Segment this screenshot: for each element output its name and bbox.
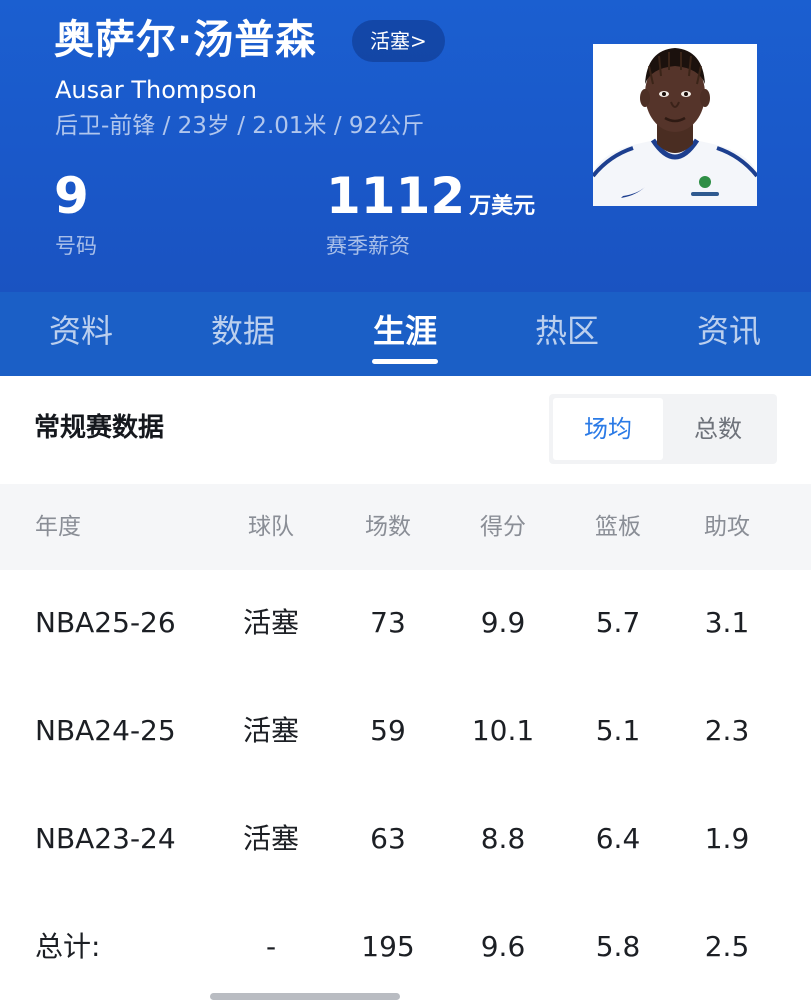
toggle-per-game[interactable]: 场均	[553, 398, 663, 460]
team-link-button[interactable]: 活塞>	[352, 20, 445, 62]
jersey-number-label: 号码	[55, 234, 97, 258]
column-header-games: 场数	[365, 514, 411, 540]
player-photo-icon	[593, 44, 757, 206]
stat-mode-toggle: 场均 总数	[549, 394, 777, 464]
cell-team: 活塞	[242, 714, 299, 747]
column-header-team: 球队	[248, 514, 294, 540]
column-header-season: 年度	[35, 514, 81, 540]
cell-season: NBA24-25	[35, 714, 176, 747]
player-bio: 后卫-前锋 / 23岁 / 2.01米 / 92公斤	[55, 113, 425, 139]
jersey-number: 9	[54, 168, 89, 224]
cell-points: 9.9	[480, 606, 526, 639]
jersey-number-value: 9	[54, 167, 89, 225]
cell-total-label: 总计:	[35, 930, 101, 963]
column-header-points: 得分	[480, 514, 526, 540]
cell-season: NBA23-24	[35, 822, 176, 855]
salary-value: 1112	[326, 167, 466, 225]
cell-rebounds: 6.4	[595, 822, 641, 855]
cell-rebounds: 5.8	[595, 930, 641, 963]
cell-rebounds: 5.1	[595, 714, 641, 747]
column-header-rebounds: 篮板	[595, 514, 641, 540]
cell-games: 59	[370, 714, 406, 747]
column-header-assists: 助攻	[704, 514, 750, 540]
cell-season: NBA25-26	[35, 606, 176, 639]
salary-unit: 万美元	[469, 194, 536, 219]
cell-rebounds: 5.7	[595, 606, 641, 639]
player-name-cn: 奥萨尔·汤普森	[54, 17, 317, 63]
horizontal-scrollbar[interactable]	[210, 993, 400, 1000]
tab-news[interactable]: 资讯	[648, 292, 810, 376]
cell-assists: 1.9	[704, 822, 750, 855]
cell-points: 8.8	[480, 822, 526, 855]
salary-label: 赛季薪资	[326, 234, 410, 258]
tab-hot-zones[interactable]: 热区	[486, 292, 648, 376]
player-name-en: Ausar Thompson	[55, 76, 257, 104]
cell-games: 63	[370, 822, 406, 855]
player-avatar	[593, 44, 757, 206]
tab-stats[interactable]: 数据	[162, 292, 324, 376]
cell-assists: 3.1	[704, 606, 750, 639]
cell-team: -	[265, 930, 277, 963]
player-header: 奥萨尔·汤普森 活塞> Ausar Thompson 后卫-前锋 / 23岁 /…	[0, 0, 811, 292]
active-tab-indicator	[372, 359, 438, 364]
cell-points: 9.6	[480, 930, 526, 963]
cell-games: 195	[361, 930, 415, 963]
cell-assists: 2.5	[704, 930, 750, 963]
cell-points: 10.1	[471, 714, 535, 747]
table-header-row: 年度 球队 场数 得分 篮板 助攻	[0, 484, 811, 570]
cell-team: 活塞	[242, 606, 299, 639]
cell-team: 活塞	[242, 822, 299, 855]
toggle-totals[interactable]: 总数	[663, 398, 773, 460]
cell-games: 73	[370, 606, 406, 639]
cell-assists: 2.3	[704, 714, 750, 747]
section-title: 常规赛数据	[34, 413, 165, 443]
salary: 1112 万美元	[326, 168, 535, 235]
tab-profile[interactable]: 资料	[0, 292, 162, 376]
